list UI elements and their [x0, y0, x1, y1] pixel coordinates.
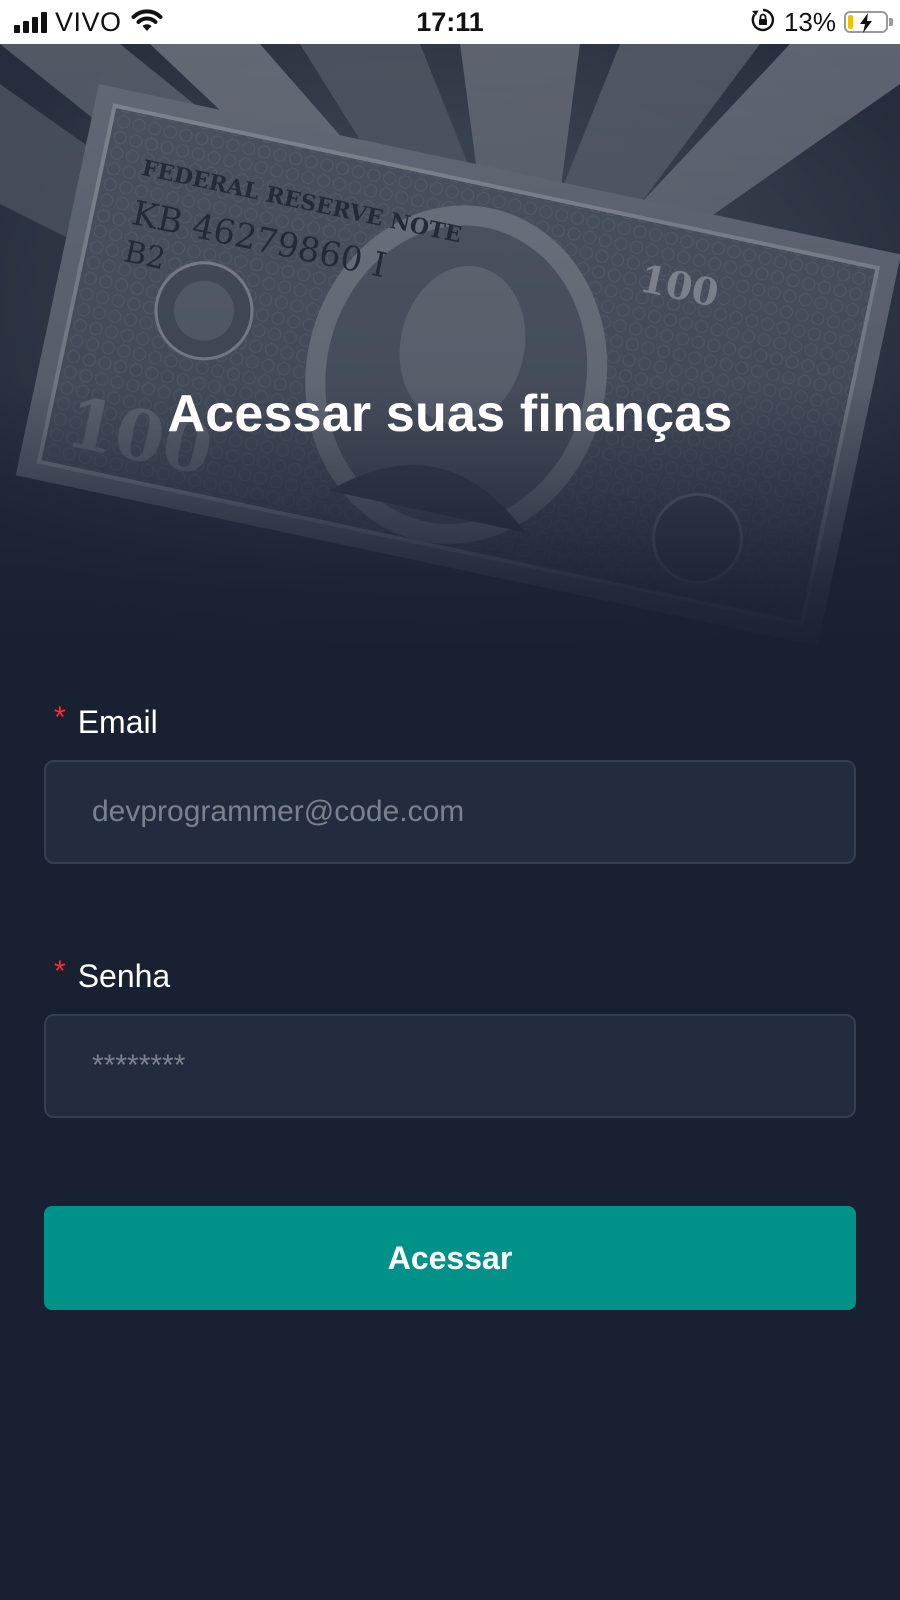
- required-asterisk: *: [54, 701, 66, 734]
- email-label-text: Email: [77, 703, 158, 740]
- status-bar-left: VIVO: [14, 0, 164, 44]
- login-button[interactable]: Acessar: [44, 1206, 856, 1310]
- hero-gradient-overlay: [0, 44, 900, 664]
- orientation-lock-icon: [750, 7, 776, 38]
- password-field-wrapper[interactable]: [44, 1014, 856, 1118]
- field-spacer: [44, 864, 856, 954]
- email-field-wrapper[interactable]: [44, 760, 856, 864]
- page-title: Acessar suas finanças: [167, 385, 733, 443]
- hero-banner: FEDERAL RESERVE NOTE KB 46279860 I B2 10…: [0, 44, 900, 664]
- password-label-text: Senha: [77, 957, 171, 994]
- password-label: * Senha: [54, 954, 856, 998]
- wifi-icon: [130, 7, 164, 38]
- battery-percent: 13%: [783, 6, 836, 37]
- login-form: * Email * Senha Acessar: [44, 700, 856, 1310]
- status-bar-right: 13%: [750, 0, 893, 44]
- carrier-name: VIVO: [55, 6, 122, 37]
- email-label: * Email: [54, 700, 856, 744]
- required-asterisk: *: [54, 955, 66, 988]
- battery-nub: [889, 18, 893, 26]
- battery-level-fill: [848, 15, 853, 29]
- status-bar: VIVO 17:11 13%: [0, 0, 900, 44]
- signal-bars-icon: [14, 11, 47, 33]
- password-field[interactable]: [90, 1048, 854, 1084]
- battery-charging-icon: [844, 11, 893, 33]
- email-field[interactable]: [90, 794, 854, 830]
